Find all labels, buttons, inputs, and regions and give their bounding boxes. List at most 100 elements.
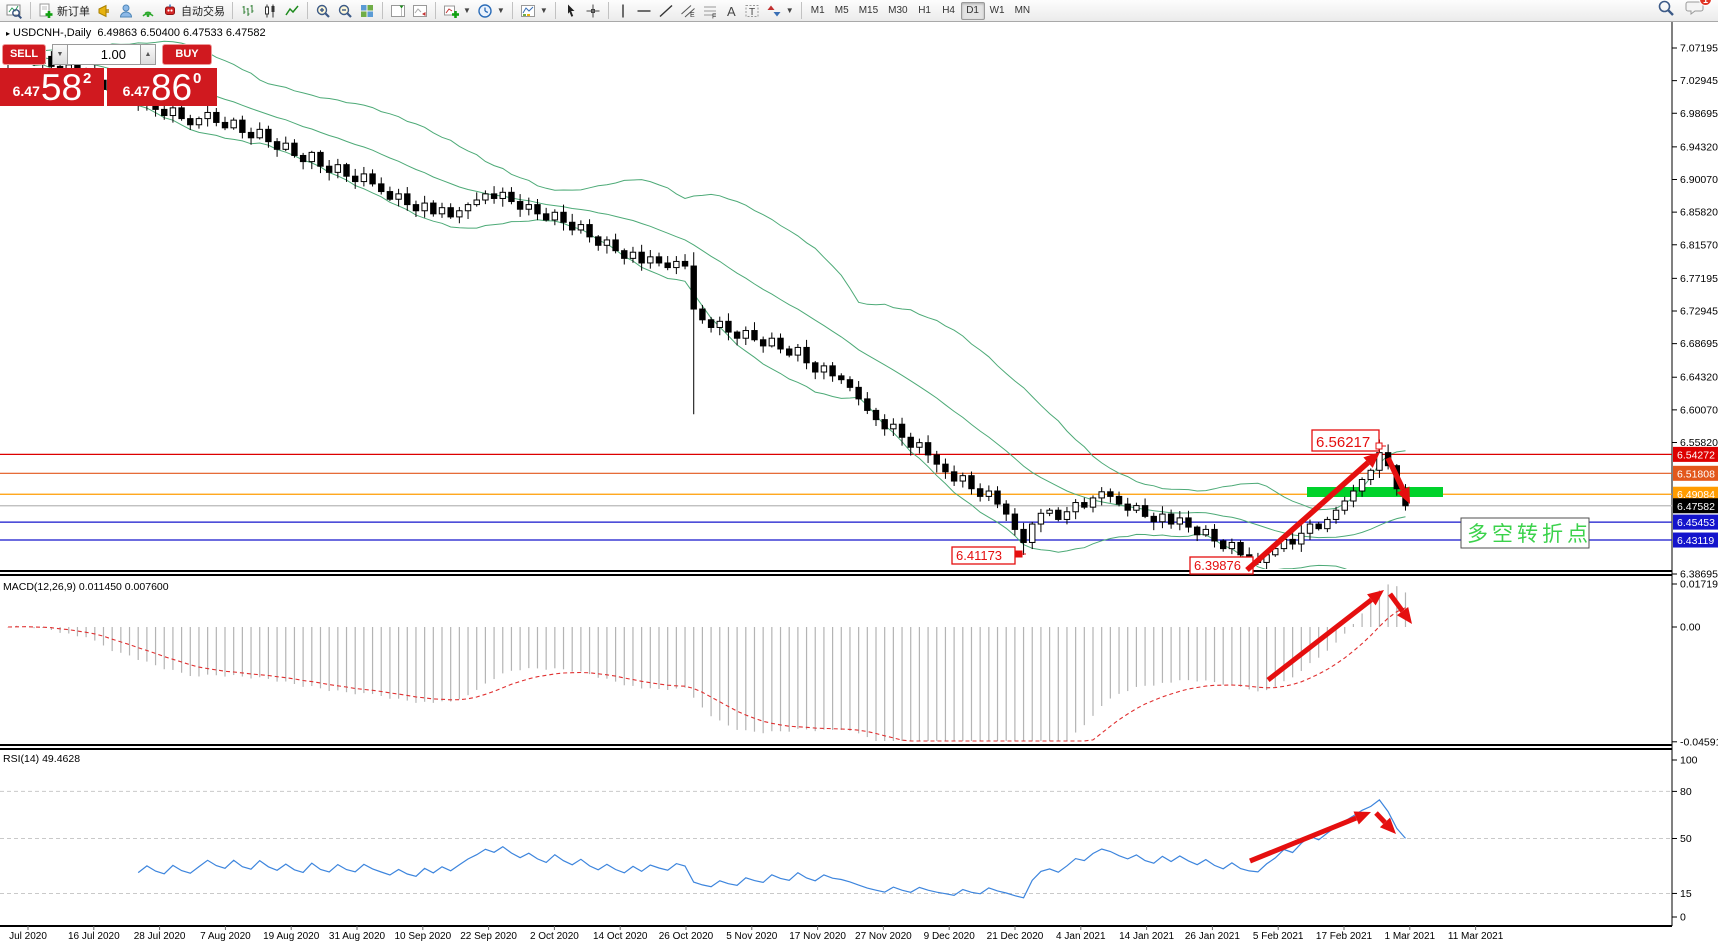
timeframe-button-d1[interactable]: D1 [961,2,985,20]
price-axis-label: 7.07195 [1680,43,1718,55]
timeframe-button-m5[interactable]: M5 [830,2,854,20]
macd-histogram-bar [728,627,729,726]
trendline-tool-button[interactable] [655,1,677,20]
profile-button[interactable] [115,1,137,20]
auto-scroll-button[interactable] [409,1,431,20]
line-chart-button[interactable] [281,1,303,20]
volume-decrease-button[interactable]: ▼ [52,44,68,65]
text-tool-button[interactable]: A [721,1,741,20]
annotation-anchor-square[interactable] [1016,551,1022,557]
buy-button[interactable]: BUY [162,44,212,65]
candle-body [839,376,844,380]
candle-body [717,321,722,327]
macd-histogram-bar [936,627,937,741]
macd-histogram-bar [1188,627,1189,680]
candle-body [752,331,757,340]
annotation-anchor-square[interactable] [1376,443,1382,449]
chart-shift-button[interactable] [387,1,409,20]
timeframe-button-w1[interactable]: W1 [985,2,1010,20]
templates-button[interactable]: ▼ [517,1,551,20]
sell-button[interactable]: SELL [2,44,46,65]
chart-preview-button[interactable] [3,1,26,20]
pane-divider[interactable] [0,744,1672,746]
fibonacci-tool-button[interactable]: F [699,1,721,20]
macd-histogram-bar [693,627,694,698]
periods-button[interactable]: ▼ [474,1,508,20]
macd-histogram-bar [398,627,399,699]
pane-divider[interactable] [0,574,1672,576]
zoom-in-icon [315,3,331,19]
timeframe-button-m30[interactable]: M30 [883,2,912,20]
candle-body [734,332,739,338]
candle-body [960,476,965,481]
candle-body [726,321,731,332]
macd-histogram-bar [450,627,451,702]
search-icon [1657,0,1675,17]
buy-price-display[interactable]: 6.47 86 0 [107,68,217,106]
timeframe-button-h1[interactable]: H1 [913,2,937,20]
date-axis-label: 21 Dec 2020 [987,931,1044,942]
megaphone-button[interactable] [93,1,115,20]
zoom-in-button[interactable] [312,1,334,20]
date-axis-label: 10 Sep 2020 [394,931,451,942]
signals-button[interactable] [137,1,159,20]
new-order-button[interactable]: 新订单 [35,1,93,20]
candle-body [1134,506,1139,511]
dropdown-arrow-icon: ▼ [540,6,548,15]
crosshair-tool-button[interactable] [582,1,604,20]
macd-histogram-bar [355,627,356,694]
arrows-tool-button[interactable]: ▼ [763,1,797,20]
notifications-button[interactable]: 1 [1685,0,1704,21]
autotrading-button[interactable]: 自动交易 [159,1,228,20]
macd-histogram-bar [33,627,34,628]
pane-divider[interactable] [0,570,1672,572]
bar-chart-button[interactable] [237,1,259,20]
text-label-tool-button[interactable]: T [741,1,763,20]
add-indicator-button[interactable]: ▼ [440,1,474,20]
macd-histogram-bar [1388,584,1389,627]
candlestick-chart-button[interactable] [259,1,281,20]
timeframe-button-mn[interactable]: MN [1010,2,1036,20]
macd-histogram-bar [511,627,512,671]
tile-windows-button[interactable] [356,1,378,20]
candle-body [587,225,592,237]
macd-histogram-bar [546,627,547,670]
candle-body [1168,514,1173,524]
candle-body [917,443,922,448]
macd-histogram-bar [1275,627,1276,687]
volume-input[interactable]: 1.00 [68,44,140,65]
horizontal-line-tool-button[interactable] [633,1,655,20]
macd-histogram-bar [606,627,607,679]
sell-price-display[interactable]: 6.47 58 2 [0,68,104,106]
candle-body [257,129,262,137]
macd-histogram-bar [207,627,208,675]
channel-tool-button[interactable]: E [677,1,699,20]
search-button[interactable] [1657,0,1675,22]
candle-body [665,263,670,268]
candle-body [517,202,522,210]
candle-body [196,119,201,125]
macd-histogram-bar [945,627,946,741]
macd-histogram-bar [615,627,616,682]
macd-histogram-bar [997,627,998,741]
macd-histogram-bar [441,627,442,701]
pane-divider[interactable] [0,748,1672,750]
timeframe-button-h4[interactable]: H4 [937,2,961,20]
timeframe-button-m1[interactable]: M1 [806,2,830,20]
candle-body [1047,510,1052,513]
macd-histogram-bar [329,627,330,691]
macd-histogram-bar [493,627,494,679]
cursor-tool-button[interactable] [560,1,582,20]
volume-increase-button[interactable]: ▲ [140,44,156,65]
candle-body [743,331,748,339]
macd-histogram-bar [1240,627,1241,687]
candle-body [431,203,436,214]
date-axis-label: 26 Oct 2020 [659,931,714,942]
vertical-line-tool-button[interactable] [613,1,633,20]
zoom-out-button[interactable] [334,1,356,20]
chart-canvas[interactable]: 7.071957.029456.986956.943206.900706.858… [0,0,1718,942]
timeframe-button-m15[interactable]: M15 [854,2,883,20]
candle-body [847,380,852,388]
macd-histogram-bar [138,627,139,660]
macd-histogram-bar [1101,627,1102,706]
